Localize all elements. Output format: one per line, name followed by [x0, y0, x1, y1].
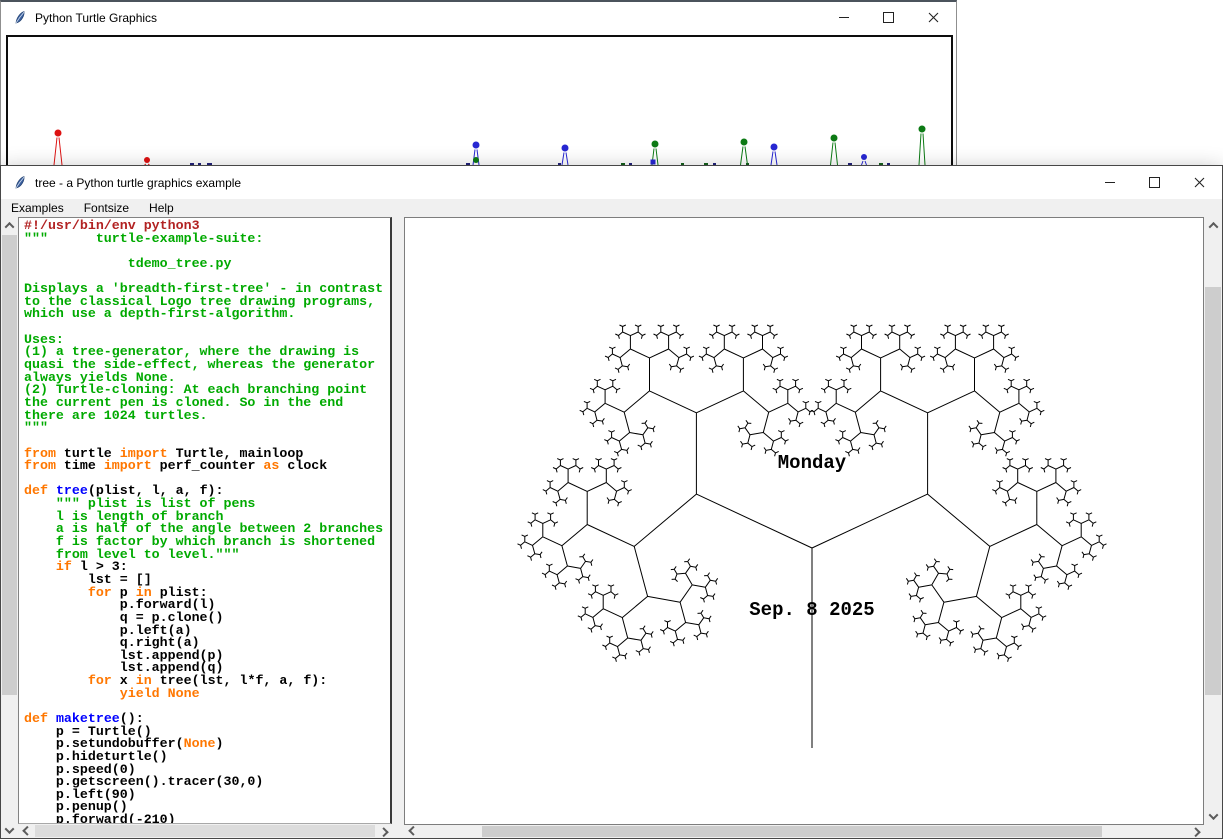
bg-window-titlebar[interactable]: Python Turtle Graphics [1, 2, 956, 33]
fg-window-title: tree - a Python turtle graphics example [35, 176, 241, 190]
fg-window-titlebar[interactable]: tree - a Python turtle graphics example [1, 166, 1222, 199]
scroll-right-arrow[interactable] [376, 824, 392, 838]
minimize-button[interactable] [821, 2, 866, 33]
code-text[interactable]: #!/usr/bin/env python3""" turtle-example… [18, 217, 392, 824]
window-tree-example: tree - a Python turtle graphics example … [0, 165, 1223, 839]
scrollbar-thumb[interactable] [482, 826, 1102, 837]
maximize-icon [883, 12, 894, 23]
pane-sash[interactable] [392, 217, 404, 838]
scroll-left-arrow[interactable] [404, 825, 420, 838]
minimize-icon [1105, 182, 1115, 183]
canvas-date-text: Sep. 8 2025 [749, 599, 874, 621]
scroll-left-arrow[interactable] [18, 824, 34, 838]
menubar: Examples Fontsize Help [1, 199, 1222, 217]
scrollbar-thumb[interactable] [2, 235, 17, 695]
scrollbar-thumb[interactable] [35, 825, 375, 837]
code-horizontal-scrollbar[interactable] [18, 824, 392, 838]
canvas-vertical-scrollbar[interactable] [1204, 217, 1222, 825]
scroll-down-arrow[interactable] [1, 822, 18, 838]
close-icon [1194, 177, 1205, 188]
minimize-button[interactable] [1087, 166, 1132, 199]
scroll-down-arrow[interactable] [1204, 808, 1222, 825]
scroll-up-arrow[interactable] [1, 217, 18, 233]
scroll-up-arrow[interactable] [1204, 217, 1222, 234]
maximize-button[interactable] [866, 2, 911, 33]
menu-examples[interactable]: Examples [1, 199, 74, 218]
tk-feather-icon [12, 10, 27, 25]
close-button[interactable] [1177, 166, 1222, 199]
main-content: #!/usr/bin/env python3""" turtle-example… [1, 217, 1222, 838]
canvas-weekday-text: Monday [778, 452, 847, 474]
menu-help[interactable]: Help [139, 199, 184, 218]
maximize-icon [1149, 177, 1160, 188]
canvas-horizontal-scrollbar[interactable] [404, 825, 1204, 838]
menu-fontsize[interactable]: Fontsize [74, 199, 139, 218]
close-icon [928, 12, 939, 23]
turtle-canvas: Monday Sep. 8 2025 [404, 217, 1204, 825]
maximize-button[interactable] [1132, 166, 1177, 199]
close-button[interactable] [911, 2, 956, 33]
minimize-icon [839, 17, 849, 18]
fractal-tree-drawing [518, 325, 1107, 748]
tk-feather-icon [12, 175, 27, 190]
scroll-right-arrow[interactable] [1188, 825, 1204, 838]
bg-window-title: Python Turtle Graphics [35, 11, 157, 25]
scrollbar-thumb[interactable] [1205, 287, 1221, 695]
code-vertical-scrollbar[interactable] [1, 217, 18, 838]
